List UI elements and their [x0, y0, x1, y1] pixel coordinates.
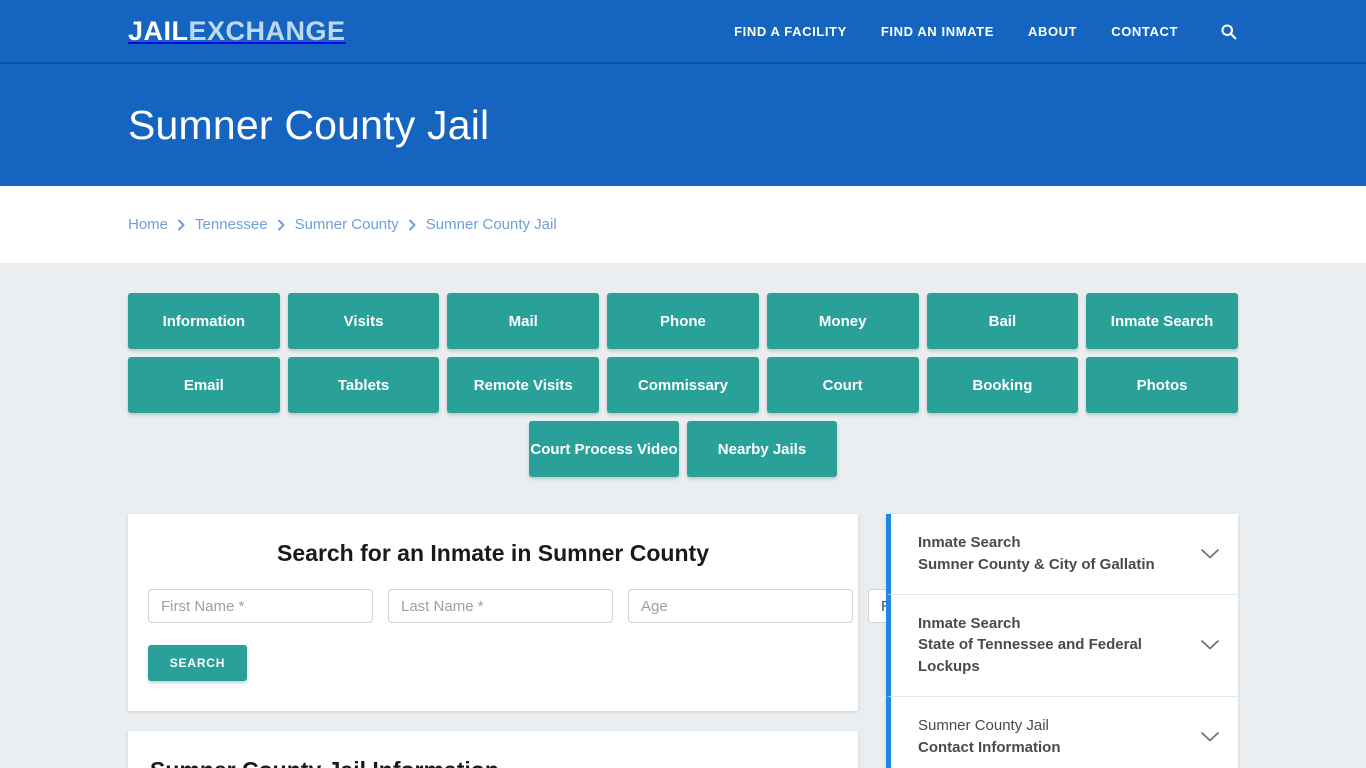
tab-email[interactable]: Email	[128, 357, 280, 413]
breadcrumb-band: Home Tennessee Sumner County Sumner Coun…	[0, 186, 1366, 263]
search-icon[interactable]	[1218, 21, 1238, 41]
jail-information-card: Sumner County Jail Information	[128, 731, 858, 768]
sidebar-item-title: Inmate Search	[918, 534, 1021, 551]
tab-information[interactable]: Information	[128, 293, 280, 349]
sidebar-item-title: Inmate Search	[918, 614, 1021, 632]
tab-visits[interactable]: Visits	[287, 293, 440, 349]
tab-inmate-search[interactable]: Inmate Search	[1086, 293, 1238, 349]
facility-tab-row-3: Court Process Video Nearby Jails	[128, 421, 1238, 477]
breadcrumb-item-current: Sumner County Jail	[425, 216, 557, 233]
main-columns: Search for an Inmate in Sumner County Ra…	[128, 514, 1238, 768]
inmate-search-form: Race	[148, 589, 1031, 623]
main-column-right: Inmate Search Sumner County & City of Ga…	[886, 514, 1238, 768]
tab-mail[interactable]: Mail	[447, 293, 600, 349]
first-name-input[interactable]	[148, 589, 373, 623]
logo-text-secondary: EXCHANGE	[188, 15, 346, 46]
jail-information-heading: Sumner County Jail Information	[150, 757, 836, 768]
page-hero: Sumner County Jail	[0, 64, 1366, 186]
sidebar-item-inmate-search-county[interactable]: Inmate Search Sumner County & City of Ga…	[886, 514, 1238, 595]
breadcrumb-separator-icon	[277, 219, 286, 231]
content-area: Information Visits Mail Phone Money Bail…	[0, 263, 1366, 768]
chevron-down-icon[interactable]	[1200, 731, 1220, 743]
tab-bail[interactable]: Bail	[926, 293, 1079, 349]
main-column-left: Search for an Inmate in Sumner County Ra…	[128, 514, 1031, 768]
breadcrumb-item-sumner-county[interactable]: Sumner County	[295, 216, 399, 233]
tab-photos[interactable]: Photos	[1086, 357, 1238, 413]
tab-court-process-video[interactable]: Court Process Video	[529, 421, 679, 477]
tab-booking[interactable]: Booking	[926, 357, 1079, 413]
tab-money[interactable]: Money	[766, 293, 919, 349]
inmate-search-card: Search for an Inmate in Sumner County Ra…	[128, 514, 1031, 711]
site-header: JAILEXCHANGE FIND A FACILITY FIND AN INM…	[0, 0, 1366, 64]
tab-nearby-jails[interactable]: Nearby Jails	[687, 421, 837, 477]
breadcrumb-item-tennessee[interactable]: Tennessee	[195, 216, 268, 233]
breadcrumb-item-home[interactable]: Home	[128, 216, 168, 233]
tab-phone[interactable]: Phone	[607, 293, 759, 349]
breadcrumb-separator-icon	[408, 219, 417, 231]
tab-remote-visits[interactable]: Remote Visits	[447, 357, 600, 413]
sidebar-item-subtitle: State of Tennessee and Federal Lockups	[918, 636, 1142, 675]
nav-item-find-a-facility[interactable]: FIND A FACILITY	[734, 24, 847, 39]
breadcrumb-separator-icon	[177, 219, 186, 231]
nav-item-find-an-inmate[interactable]: FIND AN INMATE	[881, 24, 994, 39]
sidebar-accordion: Inmate Search Sumner County & City of Ga…	[886, 514, 1238, 768]
page-title: Sumner County Jail	[128, 101, 490, 148]
nav-item-about[interactable]: ABOUT	[1028, 24, 1077, 39]
breadcrumb: Home Tennessee Sumner County Sumner Coun…	[128, 216, 557, 233]
main-navigation: FIND A FACILITY FIND AN INMATE ABOUT CON…	[734, 21, 1238, 41]
sidebar-item-text: Inmate Search State of Tennessee and Fed…	[918, 613, 1186, 678]
logo-text-primary: JAIL	[128, 15, 189, 46]
sidebar-item-subtitle: Contact Information	[918, 738, 1061, 756]
last-name-input[interactable]	[388, 589, 613, 623]
sidebar-item-subtitle: Sumner County & City of Gallatin	[918, 555, 1155, 573]
sidebar-item-text: Inmate Search Sumner County & City of Ga…	[918, 532, 1186, 576]
search-button[interactable]: SEARCH	[148, 645, 247, 681]
site-logo[interactable]: JAILEXCHANGE	[128, 15, 346, 46]
nav-item-contact[interactable]: CONTACT	[1111, 24, 1178, 39]
sidebar-item-inmate-search-state[interactable]: Inmate Search State of Tennessee and Fed…	[886, 594, 1238, 697]
sidebar-item-title: Sumner County Jail	[918, 716, 1049, 734]
age-input[interactable]	[628, 589, 853, 623]
tab-commissary[interactable]: Commissary	[607, 357, 759, 413]
tab-tablets[interactable]: Tablets	[287, 357, 440, 413]
sidebar-item-text: Sumner County Jail Contact Information	[918, 715, 1186, 759]
inmate-search-heading: Search for an Inmate in Sumner County	[277, 540, 709, 566]
tab-court[interactable]: Court	[766, 357, 919, 413]
chevron-down-icon[interactable]	[1200, 639, 1220, 651]
sidebar-item-contact-information[interactable]: Sumner County Jail Contact Information	[886, 696, 1238, 768]
facility-tab-grid: Information Visits Mail Phone Money Bail…	[128, 263, 1238, 413]
chevron-down-icon[interactable]	[1200, 548, 1220, 560]
